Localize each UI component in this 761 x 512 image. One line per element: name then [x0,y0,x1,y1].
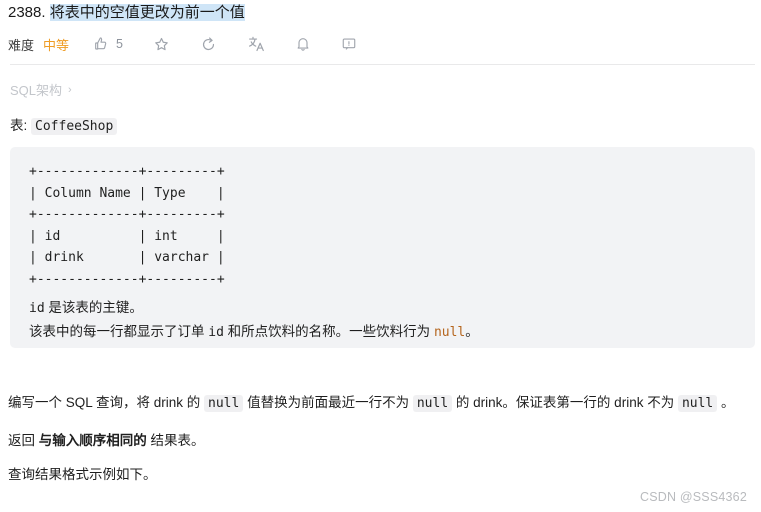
comment-icon[interactable] [341,36,357,52]
schema-code-block: +-------------+---------+ | Column Name … [10,147,755,348]
p2-bold-text: 与输入顺序相同的 [38,433,147,448]
note-1-text: 是该表的主键。 [44,300,143,315]
schema-note-line-1: id 是该表的主键。 [29,296,755,320]
csdn-watermark: CSDN @SSS4362 [639,490,747,504]
note-1-code: id [29,301,45,316]
note-2-code-null: null [433,325,466,340]
table-intro-prefix: 表: [10,118,32,133]
table-intro: 表: CoffeeShop [10,116,118,137]
translate-icon[interactable] [247,35,265,53]
return-order-paragraph: 返回 与输入顺序相同的 结果表。 [8,430,205,452]
star-icon[interactable] [153,36,170,53]
p2-text-b: 结果表。 [146,433,205,448]
p1-code-null-2: null [412,395,453,412]
table-name-code: CoffeeShop [31,118,118,135]
note-2-code-id: id [208,325,224,340]
chevron-right-icon: › [68,83,72,96]
p1-text-b: 值替换为前面最近一行不为 [243,395,413,410]
p2-text-a: 返回 [8,433,39,448]
result-format-paragraph: 查询结果格式示例如下。 [8,467,157,482]
p1-text-c: 的 drink。保证表第一行的 drink 不为 [452,395,678,410]
note-2-text-c: 。 [465,324,479,339]
difficulty-label: 难度 [8,37,35,53]
p1-text-d: 。 [717,395,735,410]
sql-schema-toggle[interactable]: SQL架构 › [10,80,72,99]
schema-note-line-2: 该表中的每一行都显示了订单 id 和所点饮料的名称。一些饮料行为 null。 [29,320,755,344]
page-title: 2388. 将表中的空值更改为前一个值 [8,2,245,24]
problem-title-selected-text: 将表中的空值更改为前一个值 [49,4,245,21]
p1-code-null-1: null [204,395,244,412]
sql-schema-label: SQL架构 [10,83,63,98]
schema-notes: id 是该表的主键。 该表中的每一行都显示了订单 id 和所点饮料的名称。一些饮… [29,296,755,344]
problem-statement-paragraph: 编写一个 SQL 查询，将 drink 的 null 值替换为前面最近一行不为 … [8,392,735,415]
header-divider [10,64,755,65]
note-2-text-b: 和所点饮料的名称。一些饮料行为 [223,324,434,339]
difficulty-value[interactable]: 中等 [43,35,69,54]
problem-meta-row: 难度 中等 5 [8,33,357,55]
bell-icon[interactable] [295,36,311,52]
ascii-schema-table: +-------------+---------+ | Column Name … [29,164,225,287]
share-refresh-icon[interactable] [200,36,217,53]
problem-number: 2388. [8,4,50,21]
p1-code-null-3: null [677,395,718,412]
thumbs-up-icon[interactable] [93,36,109,52]
p1-text-a: 编写一个 SQL 查询，将 drink 的 [8,395,205,410]
like-count: 5 [116,37,123,51]
note-2-text-a: 该表中的每一行都显示了订单 [29,324,209,339]
